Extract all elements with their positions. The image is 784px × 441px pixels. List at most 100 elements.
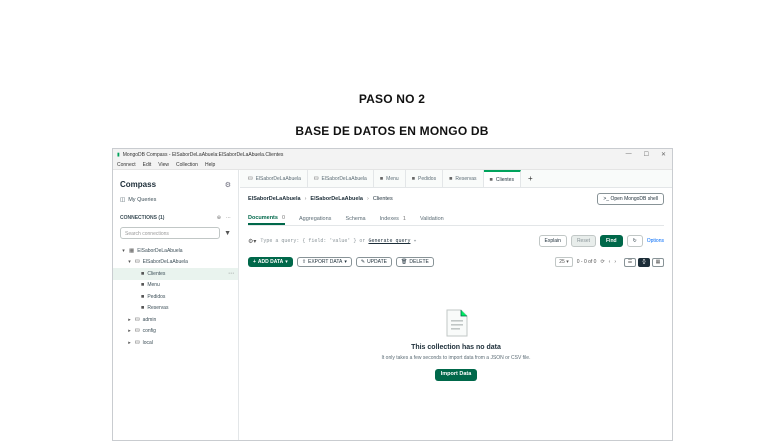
import-data-button[interactable]: Import Data: [434, 369, 478, 381]
shell-icon: >_: [603, 196, 610, 202]
tab-pedidos[interactable]: ■ Pedidos: [406, 170, 444, 187]
menu-help[interactable]: Help: [205, 162, 215, 168]
tree-item-collection-clientes[interactable]: ■ Clientes ⋯: [113, 268, 238, 280]
more-icon[interactable]: ⋯: [226, 215, 231, 221]
tab-database-1[interactable]: ⛁ ElSaborDeLaAbuela: [242, 170, 308, 187]
chevron-right-icon[interactable]: ▸: [127, 317, 132, 323]
query-history-button[interactable]: ↻: [626, 235, 643, 247]
empty-state: This collection has no data It only take…: [240, 308, 672, 381]
gear-icon[interactable]: ⚙: [225, 181, 231, 189]
delete-button[interactable]: 🗑 DELETE: [396, 257, 434, 267]
tab-validation[interactable]: Validation: [420, 212, 444, 225]
chevron-right-icon[interactable]: ›: [614, 259, 616, 265]
tab-schema[interactable]: Schema: [345, 212, 365, 225]
export-data-button[interactable]: ⇪ EXPORT DATA ▾: [296, 257, 352, 267]
tab-label: Indexes: [379, 215, 399, 222]
sidebar-title: Compass: [120, 180, 157, 189]
tab-label: Menu: [386, 175, 399, 182]
tab-database-2[interactable]: ⛁ ElSaborDeLaAbuela: [308, 170, 374, 187]
tab-menu[interactable]: ■ Menu: [374, 170, 406, 187]
tab-documents[interactable]: Documents 0: [248, 212, 286, 225]
page-size-value: 25: [559, 259, 565, 265]
sidebar: Compass ⚙ ◫ My Queries CONNECTIONS (1) ⊕…: [113, 170, 239, 440]
generate-query-link[interactable]: Generate query: [368, 238, 410, 244]
chevron-down-icon: ▾: [285, 259, 288, 265]
history-icon[interactable]: ⚙▾: [248, 238, 256, 245]
breadcrumb-database[interactable]: ElSaborDeLaAbuela: [310, 196, 363, 202]
tree-item-label: local: [142, 339, 153, 346]
query-bar: ⚙▾ Type a query: { field: 'value' } or G…: [248, 234, 664, 248]
chevron-down-icon[interactable]: ▾: [127, 259, 132, 265]
trash-icon: 🗑: [401, 259, 408, 265]
menu-connect[interactable]: Connect: [117, 162, 136, 168]
export-data-label: EXPORT DATA: [308, 259, 343, 265]
reset-button[interactable]: Reset: [570, 235, 596, 247]
breadcrumb-connection[interactable]: ElSaborDeLaAbuela: [248, 196, 301, 202]
tab-clientes[interactable]: ■ Clientes: [483, 170, 521, 187]
tree-item-collection-pedidos[interactable]: ■ Pedidos: [113, 291, 238, 303]
update-button[interactable]: ✎ UPDATE: [355, 257, 393, 267]
connection-tree: ▾ ▦ ElSaborDeLaAbuela ▾ ⛁ ElSaborDeLaAbu…: [113, 245, 238, 349]
empty-state-description: It only takes a few seconds to import da…: [381, 355, 531, 361]
tab-label: ElSaborDeLaAbuela: [255, 175, 301, 182]
tab-label: Reservas: [455, 175, 477, 182]
page-size-select[interactable]: 25 ▾: [555, 257, 573, 267]
explain-button[interactable]: Explain: [538, 235, 567, 247]
menu-collection[interactable]: Collection: [176, 162, 198, 168]
tab-reservas[interactable]: ■ Reservas: [443, 170, 484, 187]
find-button[interactable]: Find: [600, 235, 623, 247]
chevron-down-icon[interactable]: ▾: [121, 248, 126, 254]
query-input[interactable]: Type a query: { field: 'value' } or Gene…: [260, 238, 534, 244]
chevron-right-icon[interactable]: ▸: [127, 340, 132, 346]
menu-edit[interactable]: Edit: [143, 162, 152, 168]
menu-bar: Connect Edit View Collection Help: [113, 160, 672, 170]
breadcrumb: ElSaborDeLaAbuela › ElSaborDeLaAbuela › …: [248, 196, 393, 202]
tree-item-connection[interactable]: ▾ ▦ ElSaborDeLaAbuela: [113, 245, 238, 257]
connections-header: CONNECTIONS (1) ⊕ ⋯: [113, 215, 238, 221]
add-connection-icon[interactable]: ⊕: [217, 215, 221, 221]
chevron-left-icon[interactable]: ‹: [609, 259, 611, 265]
sidebar-item-my-queries[interactable]: ◫ My Queries: [113, 197, 238, 203]
tab-label: Documents: [248, 214, 278, 221]
menu-view[interactable]: View: [158, 162, 169, 168]
close-button[interactable]: ✕: [661, 151, 666, 158]
filter-icon[interactable]: ▼: [224, 230, 231, 237]
refresh-icon[interactable]: ⟳: [600, 259, 604, 265]
tab-aggregations[interactable]: Aggregations: [299, 212, 331, 225]
add-data-button[interactable]: + ADD DATA ▾: [248, 257, 293, 267]
compass-window: ▮ MongoDB Compass - ElSaborDeLaAbuela:El…: [112, 148, 673, 441]
json-view-icon[interactable]: {}: [638, 257, 650, 267]
tree-item-database-admin[interactable]: ▸ ⛁ admin: [113, 314, 238, 326]
database-icon: ⛁: [313, 175, 319, 182]
tree-item-database-local[interactable]: ▸ ⛁ local: [113, 337, 238, 349]
chevron-right-icon[interactable]: ▸: [127, 328, 132, 334]
folder-icon: ■: [141, 305, 145, 312]
options-toggle[interactable]: Options: [647, 238, 664, 244]
breadcrumb-collection: Clientes: [372, 196, 393, 202]
maximize-button[interactable]: ☐: [644, 151, 649, 158]
tree-item-database-config[interactable]: ▸ ⛁ config: [113, 326, 238, 338]
search-input[interactable]: Search connections: [120, 227, 221, 239]
tree-item-database[interactable]: ▾ ⛁ ElSaborDeLaAbuela: [113, 257, 238, 269]
more-icon[interactable]: ⋯: [228, 270, 234, 277]
folder-icon: ■: [141, 270, 145, 277]
tree-item-collection-reservas[interactable]: ■ Reservas: [113, 303, 238, 315]
tab-indexes[interactable]: Indexes 1: [380, 212, 406, 225]
tree-item-label: ElSaborDeLaAbuela: [137, 247, 183, 254]
tree-item-label: Clientes: [147, 270, 166, 277]
tab-label: Clientes: [495, 176, 514, 183]
slide-title-step: PASO NO 2: [358, 92, 426, 106]
tab-label: Schema: [345, 215, 366, 222]
database-icon: ⛁: [135, 259, 140, 266]
tab-label: Aggregations: [299, 215, 332, 222]
add-tab-button[interactable]: +: [521, 174, 540, 183]
open-shell-button[interactable]: >_ Open MongoDB shell: [597, 193, 664, 205]
database-icon: ⛁: [248, 175, 253, 182]
delete-label: DELETE: [409, 259, 429, 265]
list-view-icon[interactable]: ☰: [624, 257, 636, 267]
minimize-button[interactable]: —: [626, 151, 632, 158]
workspace-tabs: ⛁ ElSaborDeLaAbuela ⛁ ElSaborDeLaAbuela …: [240, 170, 672, 188]
table-view-icon[interactable]: ▦: [652, 257, 664, 267]
tree-item-collection-menu[interactable]: ■ Menu: [113, 280, 238, 292]
window-titlebar: ▮ MongoDB Compass - ElSaborDeLaAbuela:El…: [113, 149, 672, 160]
